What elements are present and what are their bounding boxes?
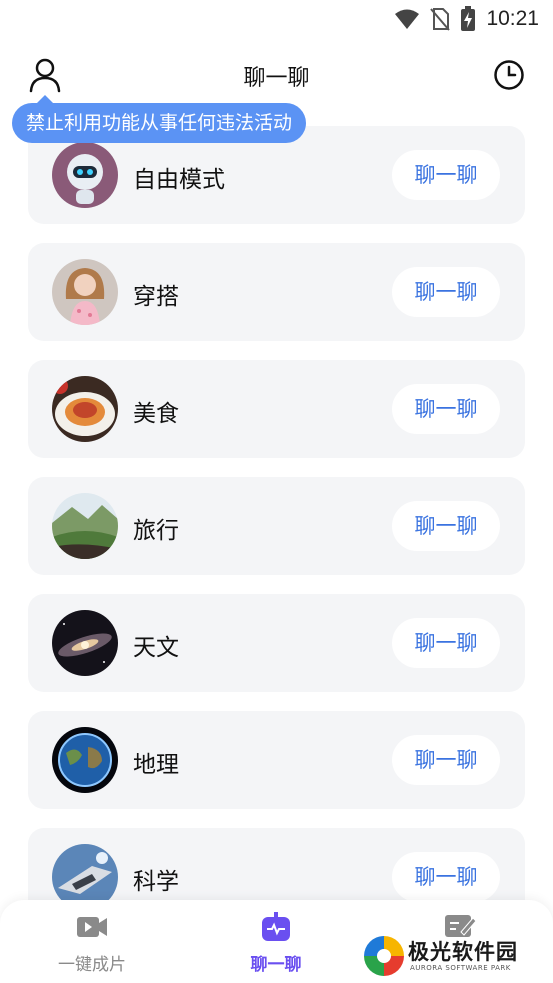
nav-label: 聊一聊 [250,955,302,975]
nav-label: 一键成片 [58,955,126,975]
topic-list: 自由模式 聊一聊 穿搭 聊一聊 美食 聊一聊 旅行 聊一聊 天文 聊一聊 地理 … [28,126,525,945]
topic-label: 自由模式 [133,167,225,193]
topic-label: 科学 [133,869,179,895]
history-clock-icon[interactable] [493,59,525,91]
wifi-icon [395,9,420,29]
pasta-avatar [52,376,118,442]
topic-label: 天文 [133,635,179,661]
chat-button[interactable]: 聊一聊 [392,384,500,434]
chat-button[interactable]: 聊一聊 [392,735,500,785]
robot-avatar [52,142,118,208]
topic-label: 穿搭 [133,284,179,310]
status-time: 10:21 [486,7,539,30]
status-bar: 10:21 [0,0,553,38]
topic-label: 美食 [133,401,179,427]
chat-button[interactable]: 聊一聊 [392,150,500,200]
aurora-watermark: 极光软件园 AURORA SOFTWARE PARK [360,932,550,982]
nav-tab-chat[interactable]: 聊一聊 [216,912,336,975]
battery-charging-icon [461,6,476,31]
robot-icon [262,912,290,941]
topic-card-travel[interactable]: 旅行 聊一聊 [28,477,525,575]
nav-tab-one-click-video[interactable]: 一键成片 [32,912,152,975]
earth-avatar [52,727,118,793]
chat-button[interactable]: 聊一聊 [392,852,500,902]
topic-card-food[interactable]: 美食 聊一聊 [28,360,525,458]
topic-label: 旅行 [133,518,179,544]
galaxy-avatar [52,610,118,676]
status-icons: 10:21 [394,6,539,32]
no-sim-icon [430,8,451,31]
aurora-logo-icon [364,936,404,976]
warning-tooltip: 禁止利用功能从事任何违法活动 [12,103,307,143]
chat-button[interactable]: 聊一聊 [392,618,500,668]
topic-card-geography[interactable]: 地理 聊一聊 [28,711,525,809]
topic-label: 地理 [133,752,179,778]
chat-button[interactable]: 聊一聊 [392,501,500,551]
topic-card-astronomy[interactable]: 天文 聊一聊 [28,594,525,692]
landscape-avatar [52,493,118,559]
video-camera-icon [77,917,107,937]
page-title: 聊一聊 [243,66,310,91]
watermark-subtitle: AURORA SOFTWARE PARK [410,964,511,972]
chat-button[interactable]: 聊一聊 [392,267,500,317]
watermark-title: 极光软件园 [408,940,518,964]
topic-card-fashion[interactable]: 穿搭 聊一聊 [28,243,525,341]
header: 聊一聊 [0,50,553,102]
fashion-girl-avatar [52,259,118,325]
